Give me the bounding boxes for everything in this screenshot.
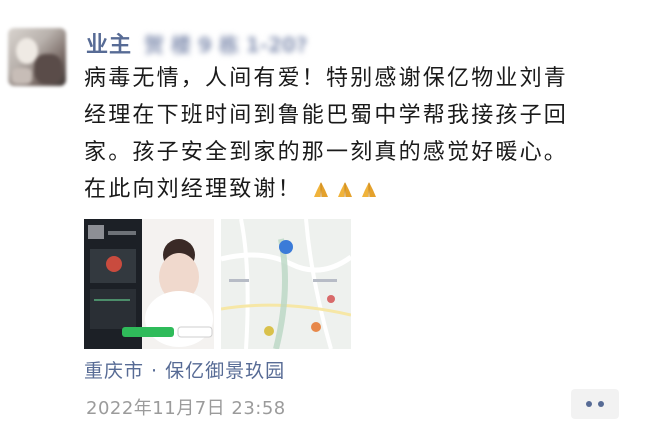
location-link[interactable]: 重庆市 · 保亿御景玖园 xyxy=(84,356,285,383)
post-text-line: 家。孩子安全到家的那一刻真的感觉好暖心。 xyxy=(84,140,569,165)
author-nickname[interactable]: 业主 xyxy=(86,27,132,59)
post-image-2[interactable] xyxy=(221,219,351,349)
post-text: 病毒无情，人间有爱！特别感谢保亿物业刘青 经理在下班时间到鲁能巴蜀中学帮我接孩子… xyxy=(84,60,644,208)
post-text-line: 在此向刘经理致谢！ xyxy=(84,177,302,202)
post-text-line-last: 在此向刘经理致谢！ xyxy=(84,171,644,208)
pray-icon xyxy=(362,182,377,197)
post-text-line: 病毒无情，人间有爱！特别感谢保亿物业刘青 xyxy=(84,66,569,91)
map-icon xyxy=(221,219,351,349)
author-name-blurred: 贺 楼 9 栋 1-20? xyxy=(144,32,308,57)
post-timestamp: 2022年11月7日 23:58 xyxy=(86,398,286,419)
more-dot-icon xyxy=(586,401,592,407)
author-row: 业主 贺 楼 9 栋 1-20? xyxy=(86,27,364,59)
pray-icon xyxy=(338,182,353,197)
emoji-group xyxy=(311,180,379,200)
pray-icon xyxy=(314,182,329,197)
avatar[interactable] xyxy=(8,28,66,86)
more-dot-icon xyxy=(598,401,604,407)
post-image-1[interactable] xyxy=(84,219,214,349)
photo-thumbnail xyxy=(84,219,214,349)
more-actions-button[interactable] xyxy=(571,389,619,419)
post-text-line: 经理在下班时间到鲁能巴蜀中学帮我接孩子回 xyxy=(84,103,569,128)
